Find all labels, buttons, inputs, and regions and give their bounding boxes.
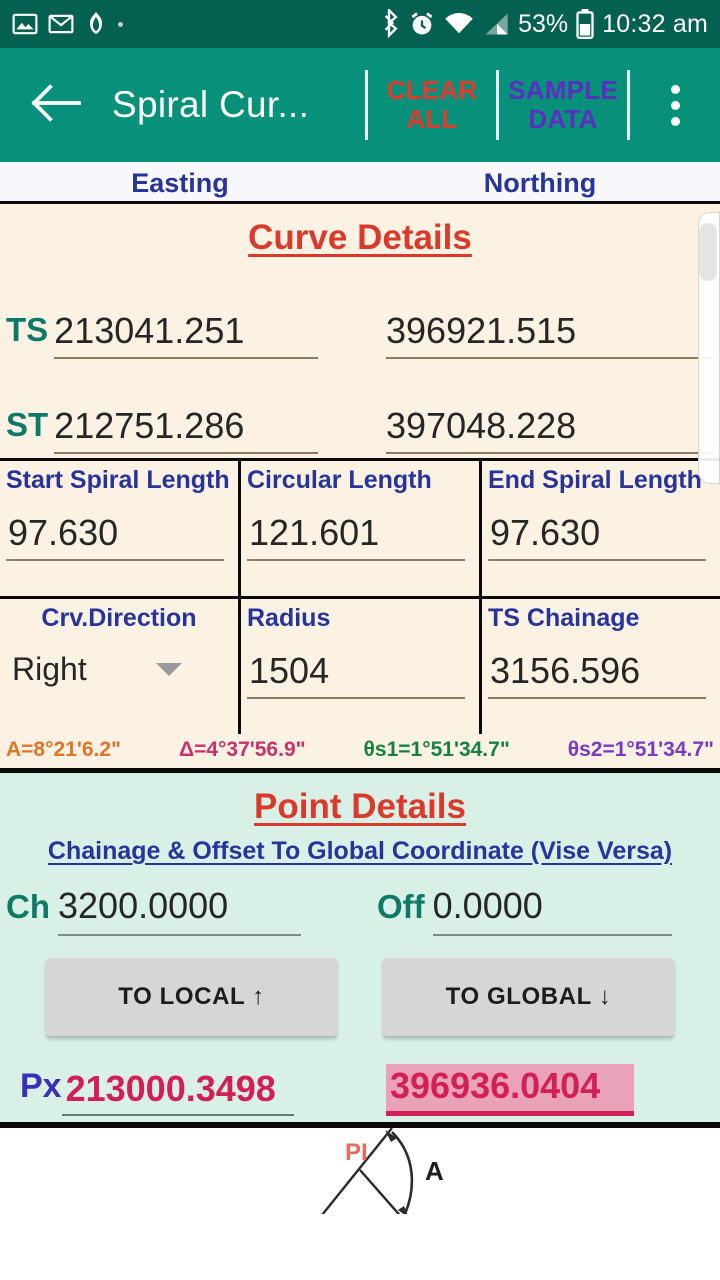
app-root: 53% 10:32 am Spiral Cur... CLEAR ALL SAM… xyxy=(0,0,720,1280)
circular-length-cell: Circular Length 121.601 xyxy=(241,461,482,596)
sample-data-label-line1: SAMPLE xyxy=(508,74,618,105)
app-bar: Spiral Cur... CLEAR ALL SAMPLE DATA xyxy=(0,48,720,162)
coordinate-column-headers: Easting Northing xyxy=(0,162,720,204)
curve-parameters-row: Crv.Direction Right Radius 1504 TS Chain… xyxy=(0,599,720,734)
end-spiral-length-input[interactable]: 97.630 xyxy=(488,499,706,561)
end-spiral-length-label: End Spiral Length xyxy=(488,466,702,494)
curve-details-section: Curve Details TS 213041.251 396921.515 S… xyxy=(0,204,720,773)
northing-column-header: Northing xyxy=(483,168,597,198)
clock-time: 10:32 am xyxy=(602,9,708,38)
conversion-buttons-row: TO LOCAL ↑ TO GLOBAL ↓ xyxy=(0,936,720,1036)
sample-data-button[interactable]: SAMPLE DATA xyxy=(499,48,627,162)
easting-column-header: Easting xyxy=(131,168,229,198)
chainage-label: Ch xyxy=(6,887,50,925)
wifi-icon xyxy=(444,11,474,37)
app-icon xyxy=(84,11,108,37)
status-bar-right-icons: 53% 10:32 am xyxy=(378,9,708,39)
diagram-pi-label: PI xyxy=(345,1139,368,1166)
curve-direction-label: Crv.Direction xyxy=(41,604,197,632)
radius-input[interactable]: 1504 xyxy=(247,637,465,699)
circular-length-label: Circular Length xyxy=(247,466,432,494)
ts-label: TS xyxy=(6,311,49,348)
px-easting-group: Px 213000.3498 xyxy=(6,1067,348,1117)
px-easting-value[interactable]: 213000.3498 xyxy=(61,1067,294,1117)
bluetooth-icon xyxy=(378,9,400,39)
st-easting-group: ST 212751.286 xyxy=(6,406,334,458)
px-result-row: Px 213000.3498 396936.0404 xyxy=(0,1036,720,1117)
angle-delta-value: Δ=4°37'56.9" xyxy=(178,738,306,761)
offset-label: Off xyxy=(377,887,425,925)
ts-chainage-label: TS Chainage xyxy=(488,604,640,632)
ts-easting-group: TS 213041.251 xyxy=(6,311,334,363)
status-bar: 53% 10:32 am xyxy=(0,0,720,48)
chainage-group: Ch 3200.0000 xyxy=(6,886,343,936)
offset-group: Off 0.0000 xyxy=(343,886,714,936)
scrollbar[interactable] xyxy=(698,212,720,484)
angle-a-value: A=8°21'6.2" xyxy=(6,738,122,761)
start-spiral-length-cell: Start Spiral Length 97.630 xyxy=(0,461,241,596)
clear-all-button[interactable]: CLEAR ALL xyxy=(368,48,496,162)
dot-icon xyxy=(118,21,123,27)
radius-label: Radius xyxy=(247,604,331,632)
overflow-menu-icon[interactable] xyxy=(630,48,720,162)
status-bar-left-icons xyxy=(12,11,378,37)
st-label: ST xyxy=(6,406,49,443)
point-details-subtitle: Chainage & Offset To Global Coordinate (… xyxy=(47,837,673,865)
table-row: ST 212751.286 397048.228 xyxy=(0,363,720,458)
start-spiral-length-label: Start Spiral Length xyxy=(6,466,230,494)
px-northing-value[interactable]: 396936.0404 xyxy=(386,1063,634,1117)
scrollbar-thumb[interactable] xyxy=(699,223,717,281)
ts-chainage-input[interactable]: 3156.596 xyxy=(488,637,706,699)
curve-direction-value: Right xyxy=(12,651,87,687)
clear-all-label-line2: ALL xyxy=(406,104,458,134)
offset-input[interactable]: 0.0000 xyxy=(432,886,672,936)
start-spiral-length-input[interactable]: 97.630 xyxy=(6,499,224,561)
st-easting-input[interactable]: 212751.286 xyxy=(54,406,318,454)
computed-angles-row: A=8°21'6.2" Δ=4°37'56.9" θs1=1°51'34.7" … xyxy=(0,734,720,773)
alarm-icon xyxy=(408,10,436,38)
circular-length-input[interactable]: 121.601 xyxy=(247,499,465,561)
curve-details-title: Curve Details xyxy=(248,218,472,257)
ts-northing-group: 396921.515 xyxy=(334,311,714,363)
px-label: Px xyxy=(20,1067,62,1106)
battery-icon xyxy=(576,9,594,39)
battery-percent: 53% xyxy=(518,9,569,38)
curve-direction-cell: Crv.Direction Right xyxy=(0,599,241,734)
signal-icon xyxy=(482,11,510,37)
radius-cell: Radius 1504 xyxy=(241,599,482,734)
st-northing-input[interactable]: 397048.228 xyxy=(386,406,714,454)
clear-all-label-line1: CLEAR xyxy=(386,74,478,105)
ts-easting-input[interactable]: 213041.251 xyxy=(54,311,318,359)
to-global-button[interactable]: TO GLOBAL ↓ xyxy=(383,957,674,1036)
curve-diagram: PI A xyxy=(0,1122,720,1215)
px-northing-group: 396936.0404 xyxy=(348,1063,714,1117)
diagram-a-label: A xyxy=(425,1156,444,1186)
chainage-input[interactable]: 3200.0000 xyxy=(58,886,301,936)
ts-chainage-cell: TS Chainage 3156.596 xyxy=(482,599,720,734)
gmail-icon xyxy=(48,11,74,37)
angle-theta-s1-value: θs1=1°51'34.7" xyxy=(363,738,510,761)
ts-northing-input[interactable]: 396921.515 xyxy=(386,311,714,359)
angle-theta-s2-value: θs2=1°51'34.7" xyxy=(567,738,714,761)
end-spiral-length-cell: End Spiral Length 97.630 xyxy=(482,461,720,596)
photos-icon xyxy=(12,11,38,37)
sample-data-label-line2: DATA xyxy=(528,104,598,134)
back-button[interactable] xyxy=(0,48,112,162)
spiral-lengths-row: Start Spiral Length 97.630 Circular Leng… xyxy=(0,461,720,596)
curve-direction-dropdown[interactable]: Right xyxy=(6,637,232,694)
table-row: TS 213041.251 396921.515 xyxy=(0,268,720,363)
chainage-offset-row: Ch 3200.0000 Off 0.0000 xyxy=(0,880,720,936)
st-northing-group: 397048.228 xyxy=(334,406,714,458)
point-details-section: Point Details Chainage & Offset To Globa… xyxy=(0,773,720,1123)
chevron-down-icon xyxy=(156,663,182,676)
curve-diagram-svg: PI A xyxy=(321,1128,444,1215)
point-details-title: Point Details xyxy=(254,787,466,826)
back-arrow-icon xyxy=(31,83,82,127)
page-title: Spiral Cur... xyxy=(112,84,310,125)
to-local-button[interactable]: TO LOCAL ↑ xyxy=(46,957,337,1036)
